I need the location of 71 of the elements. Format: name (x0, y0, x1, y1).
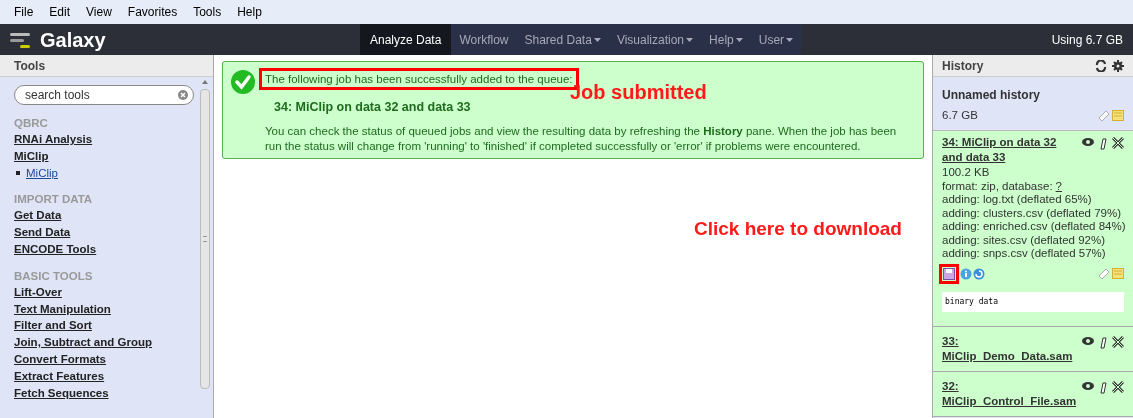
eye-icon[interactable] (1082, 137, 1094, 148)
message-text: You can check the status of queued jobs and view the resulting data by refreshing the History pane. When the job has been run the status will change from 'running' to 'finished' if completed successfully or 'error' if problems were encountered. (265, 123, 898, 154)
delete-icon[interactable] (1112, 137, 1124, 150)
tool-link[interactable]: ENCODE Tools (14, 243, 97, 255)
tool-link[interactable]: MiClip (14, 149, 49, 162)
scroll-up-icon[interactable] (202, 79, 208, 85)
history-name[interactable]: Unnamed history (942, 86, 1124, 104)
caret-icon (786, 37, 794, 42)
dataset-format: format: zip, database: (942, 179, 1053, 194)
pencil-icon[interactable] (1098, 335, 1108, 349)
tool-link[interactable]: Filter and Sort (14, 319, 92, 332)
menu-item[interactable]: File (14, 3, 34, 21)
history-size: 6.7 GB (942, 108, 978, 123)
tool-link[interactable]: MiClip (26, 164, 58, 182)
info-line: adding: log.txt (deflated 65%) (942, 193, 1093, 207)
nav-tab[interactable]: Shared Data (516, 24, 609, 55)
info-line: adding: clusters.csv (deflated 79%) (942, 206, 1122, 221)
tool-link[interactable]: Get Data (14, 209, 62, 222)
settings-icon[interactable] (1112, 59, 1124, 72)
tool-link[interactable]: Fetch Sequences (14, 386, 109, 399)
usage-text: Using 6.7 GB (1051, 31, 1124, 49)
section-title: IMPORT DATA (14, 192, 94, 208)
dataset-title[interactable]: 33: MiClip_Demo_Data.sam (942, 333, 1078, 364)
eye-icon[interactable] (1082, 335, 1094, 346)
info-line: adding: snps.csv (deflated 57%) (942, 247, 1107, 261)
caret-icon (735, 37, 743, 42)
brand-title[interactable]: Galaxy (40, 24, 106, 55)
tool-link[interactable]: Convert Formats (14, 352, 107, 365)
data-peek: binary data (942, 291, 1124, 312)
menu-item[interactable]: Favorites (127, 3, 178, 21)
tool-link[interactable]: RNAi Analysis (14, 133, 93, 145)
delete-icon[interactable] (1112, 380, 1124, 393)
tool-link[interactable]: Send Data (14, 226, 71, 239)
refresh-icon[interactable] (1095, 59, 1107, 72)
pencil-icon[interactable] (1098, 137, 1108, 151)
pencil-icon[interactable] (1098, 380, 1108, 394)
info-icon[interactable] (960, 267, 972, 280)
caret-icon (686, 37, 694, 42)
info-line: adding: enriched.csv (deflated 84%) (942, 220, 1124, 234)
menu-item[interactable]: View (86, 3, 112, 21)
annotation-label: Click here to download (694, 217, 902, 241)
tool-link[interactable]: Join, Subtract and Group (14, 336, 152, 349)
eye-icon[interactable] (1082, 380, 1094, 391)
dataset-title[interactable]: 32: MiClip_Control_File.sam (942, 378, 1078, 409)
menu-item[interactable]: Edit (49, 3, 71, 21)
tool-link[interactable]: Extract Features (14, 369, 105, 382)
nav-tab[interactable]: Help (701, 24, 751, 55)
nav-tab[interactable]: Analyze Data (360, 24, 452, 55)
tool-link[interactable]: Lift-Over (14, 285, 62, 298)
database-link[interactable]: ? (1055, 179, 1062, 194)
nav-tab[interactable]: User (750, 24, 802, 55)
info-line: adding: sites.csv (deflated 92%) (942, 233, 1106, 248)
menu-item[interactable]: Help (237, 3, 262, 21)
section-title: BASIC TOOLS (14, 268, 94, 284)
section-title: QBRC (14, 116, 49, 131)
search-field[interactable]: search tools (14, 85, 194, 105)
panel-title: Tools (14, 57, 46, 75)
delete-icon[interactable] (1112, 335, 1124, 348)
caret-icon (593, 37, 601, 42)
nav-tab[interactable]: Visualization (608, 24, 702, 55)
dataset-title[interactable]: 34: MiClip on data 32 and data 33 (942, 135, 1078, 166)
check-icon (231, 70, 255, 94)
clear-icon[interactable] (178, 90, 188, 100)
bullet-icon (16, 171, 20, 175)
rerun-icon[interactable] (973, 267, 985, 280)
dataset-size: 100.2 KB (942, 166, 991, 180)
panel-title: History (942, 57, 985, 75)
tool-link[interactable]: Text Manipulation (14, 302, 111, 315)
job-title: 34: MiClip on data 32 and data 33 (273, 99, 472, 116)
menu-item[interactable]: Tools (193, 3, 222, 21)
nav-tab[interactable]: Workflow (451, 24, 517, 55)
